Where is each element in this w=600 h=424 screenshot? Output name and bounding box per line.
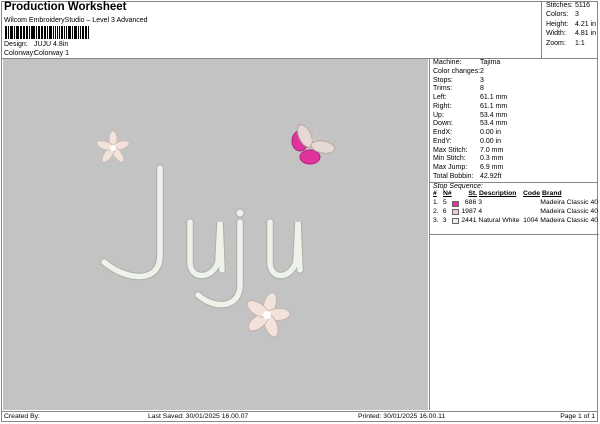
juju-lettering [101, 165, 303, 308]
last-saved: Last Saved: 30/01/2025 16.00.07 [148, 413, 249, 420]
stat-row: Zoom: 1:1 [546, 39, 585, 47]
color-swatch [451, 218, 459, 224]
detail-row: Max Stitch: 7.0 mm [433, 146, 504, 154]
detail-row: Right: 61.1 mm [433, 102, 508, 110]
detail-row: Color changes:2 [433, 67, 484, 75]
detail-row: Machine: Tajima [433, 59, 501, 66]
software-name: Wilcom EmbroideryStudio – Level 3 Advanc… [4, 17, 148, 24]
stat-row: Height: 4.21 in [546, 20, 597, 28]
divider [430, 234, 599, 235]
embroidery-design [96, 124, 336, 338]
stat-row: Width: 4.81 in [546, 30, 597, 38]
details-panel: Machine: Tajima Color changes:2 Stops: 3 Trim… [429, 59, 599, 410]
detail-row: Total Bobbin: 42.92ft [433, 172, 502, 180]
color-swatch [451, 200, 459, 207]
detail-row: EndX: 0.00 in [433, 129, 502, 136]
detail-row: Left: 61.1 mm [433, 94, 508, 101]
detail-row: Min Stitch: 0.3 mm [433, 155, 504, 163]
design-field: Design: JUJU 4.8in [4, 41, 69, 48]
stop-row: 3. 3 2441 Natural White 1004 Madeira Classic … [433, 216, 598, 224]
detail-row: Trims: 8 [433, 85, 484, 93]
stop-row: 2. 6 1987 4 Madeira Classic 40 [433, 207, 598, 216]
stat-row: Stitches: 5116 [546, 2, 591, 9]
butterfly [291, 124, 336, 165]
detail-row: Down: 53.4 mm [433, 120, 508, 128]
stop-sequence-title: Stop Sequence: [430, 181, 598, 191]
printed-date: Printed: 30/01/2025 16.00.11 [358, 413, 446, 420]
page-title: Production Worksheet [4, 1, 127, 13]
detail-row: Stops: 3 [433, 76, 484, 84]
footer: Created By: Last Saved: 30/01/2025 16.00… [1, 411, 598, 422]
page-number: Page 1 of 1 [560, 413, 595, 420]
stop-row: 1. 5 686 3 Madeira Classic 40 [433, 199, 598, 207]
flower-small [96, 130, 130, 163]
flower-large [246, 292, 291, 338]
barcode [5, 26, 90, 39]
detail-row: EndY: 0.00 in [433, 137, 502, 145]
stats-box: Stitches: 5116 Colors: 3 Height: 4.21 in Wi… [541, 1, 598, 58]
colorway-field: Colorway:Colorway 1 [4, 50, 70, 57]
detail-row: Max Jump: 6.9 mm [433, 164, 504, 171]
detail-row: Up: 53.4 mm [433, 111, 508, 119]
stat-row: Colors: 3 [546, 11, 579, 19]
stop-sequence-header: # N# St. Description Code Brand [433, 190, 562, 198]
color-swatch [451, 209, 459, 216]
created-by: Created By: [4, 413, 40, 420]
design-preview [3, 59, 428, 410]
